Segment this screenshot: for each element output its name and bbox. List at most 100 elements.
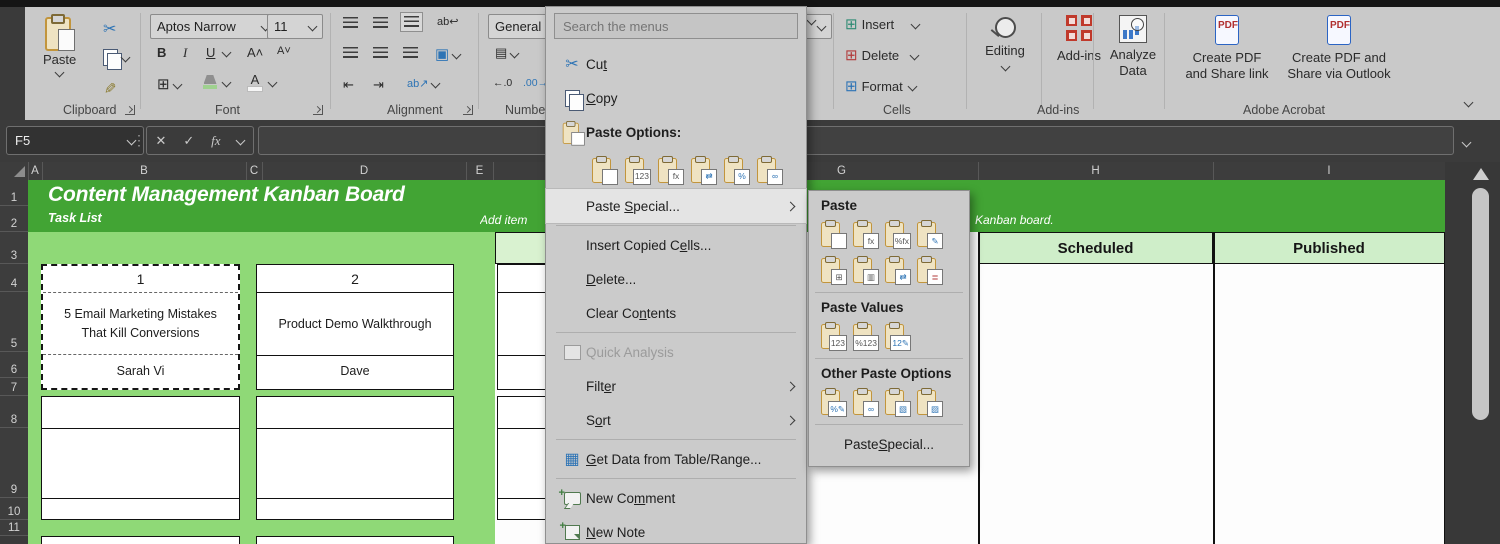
paste-button[interactable]: Paste (43, 14, 76, 76)
format-cells-button[interactable]: ⊞Format (845, 77, 916, 95)
styles-group-dropdown[interactable] (808, 17, 815, 24)
underline-dropdown[interactable] (223, 49, 230, 56)
font-color-button[interactable]: A (247, 73, 263, 92)
menu-item-sort[interactable]: Sort (546, 403, 806, 437)
menu-item-copy[interactable]: Copy (546, 81, 806, 115)
menu-item-insert-copied-cells[interactable]: Insert Copied Cells... (546, 228, 806, 262)
column-header-D[interactable]: D (262, 162, 467, 180)
row-header-8[interactable]: 8 (0, 396, 28, 428)
bold-button[interactable]: B (157, 45, 166, 60)
cancel-icon[interactable]: ✕ (155, 133, 166, 149)
kanban-card-partial[interactable] (41, 536, 240, 544)
font-dialog-launcher[interactable] (313, 105, 323, 115)
clipboard-dialog-launcher[interactable] (125, 105, 135, 115)
row-header-5[interactable]: 5 (0, 292, 28, 352)
merge-center-button[interactable]: ▣ (435, 45, 460, 63)
increase-indent-button[interactable]: ⇥ (373, 77, 384, 93)
paste-formulas-number-formatting-icon[interactable]: %fx (885, 220, 908, 247)
paste-linked-picture-icon[interactable]: ▨ (917, 388, 940, 415)
insert-cells-button[interactable]: ⊞Insert (845, 15, 919, 33)
search-input[interactable] (554, 13, 798, 39)
kanban-card-empty[interactable] (41, 396, 240, 520)
accounting-format-button[interactable]: ▤ (495, 45, 518, 61)
enter-icon[interactable]: ✓ (183, 133, 194, 149)
paste-link-icon[interactable]: ∞ (757, 156, 780, 183)
menu-item-paste-special[interactable]: Paste Special... (546, 189, 806, 223)
paste-formulas-icon[interactable]: fx (658, 156, 681, 183)
wrap-text-button[interactable]: ab↩ (437, 15, 458, 28)
formula-input[interactable] (258, 126, 1454, 155)
paste-values-icon[interactable]: 123 (625, 156, 648, 183)
kanban-card-empty[interactable] (256, 396, 454, 520)
menu-item-new-note[interactable]: +New Note (546, 515, 806, 544)
column-header-A[interactable]: A (28, 162, 43, 180)
italic-button[interactable]: I (183, 45, 187, 61)
decrease-font-button[interactable]: A˅ (277, 45, 291, 57)
copy-button[interactable] (103, 49, 129, 66)
create-pdf-outlook-button[interactable]: PDF✉ Create PDF andShare via Outlook (1283, 15, 1395, 83)
kanban-card-partial[interactable] (256, 536, 454, 544)
paste-values-source-formatting-icon[interactable]: 12✎ (885, 322, 908, 349)
underline-button[interactable]: U (206, 45, 215, 60)
paste-icon[interactable] (592, 156, 615, 183)
menu-item-get-data-from-table-range[interactable]: ▦Get Data from Table/Range... (546, 442, 806, 476)
paste-match-destination-formatting-icon[interactable]: ≣ (917, 256, 940, 283)
select-all-corner[interactable] (0, 162, 29, 180)
align-bottom-button[interactable] (401, 13, 422, 31)
editing-button[interactable]: Editing (977, 17, 1033, 70)
borders-button[interactable]: ⊞ (157, 75, 181, 93)
paste-no-borders-icon[interactable]: ⊞ (821, 256, 844, 283)
menu-item-delete[interactable]: Delete... (546, 262, 806, 296)
scheduled-header-cell[interactable]: Scheduled (978, 232, 1213, 264)
column-header-C[interactable]: C (246, 162, 263, 180)
orientation-button[interactable]: ab↗ (407, 77, 439, 90)
align-middle-button[interactable] (373, 17, 388, 29)
scroll-up-arrow[interactable] (1473, 168, 1489, 180)
paste-values-icon[interactable]: 123 (821, 322, 844, 349)
menu-item-quick-analysis[interactable]: Quick Analysis (546, 335, 806, 369)
menu-item-filter[interactable]: Filter (546, 369, 806, 403)
column-header-E[interactable]: E (466, 162, 494, 180)
row-header-1[interactable]: 1 (0, 180, 28, 206)
chevron-down-icon[interactable] (236, 136, 246, 146)
paste-picture-icon[interactable]: ▧ (885, 388, 908, 415)
fill-color-button[interactable] (203, 75, 217, 89)
menu-item-new-comment[interactable]: +New Comment (546, 481, 806, 515)
insert-function-icon[interactable]: fx (211, 133, 220, 149)
add-ins-button[interactable]: Add-ins (1051, 15, 1107, 63)
row-header-10[interactable]: 10 (0, 498, 28, 520)
row-header-9[interactable]: 9 (0, 428, 28, 498)
create-pdf-share-link-button[interactable]: PDF∞ Create PDFand Share link (1177, 15, 1277, 83)
column-header-I[interactable]: I (1213, 162, 1446, 180)
menu-item-clear-contents[interactable]: Clear Contents (546, 296, 806, 330)
fill-color-dropdown[interactable] (223, 79, 230, 86)
decrease-indent-button[interactable]: ⇤ (343, 77, 354, 93)
paste-formulas-icon[interactable]: fx (853, 220, 876, 247)
row-header-2[interactable]: 2 (0, 206, 28, 232)
paste-formatting-icon[interactable]: %✎ (821, 388, 844, 415)
row-header-6[interactable]: 6 (0, 352, 28, 378)
alignment-dialog-launcher[interactable] (463, 105, 473, 115)
kanban-card[interactable]: 2 Product Demo Walkthrough Dave (256, 264, 454, 390)
column-header-B[interactable]: B (42, 162, 247, 180)
cut-button[interactable]: ✂ (103, 19, 116, 39)
analyze-data-button[interactable]: AnalyzeData (1105, 15, 1161, 78)
font-name-combo[interactable]: Aptos Narrow (150, 14, 276, 39)
paste-keep-column-widths-icon[interactable]: ▥ (853, 256, 876, 283)
delete-cells-button[interactable]: ⊞Delete (845, 46, 918, 64)
paste-formatting-icon[interactable]: % (724, 156, 747, 183)
row-header-3[interactable]: 3 (0, 232, 28, 264)
align-left-button[interactable] (343, 47, 358, 59)
paste-keep-source-formatting-icon[interactable]: ✎ (917, 220, 940, 247)
align-top-button[interactable] (343, 17, 358, 29)
row-header-11[interactable]: 11 (0, 520, 28, 536)
collapse-ribbon-button[interactable] (1465, 99, 1472, 106)
row-header-7[interactable]: 7 (0, 378, 28, 396)
menu-item-paste-special[interactable]: Paste Special... (809, 429, 969, 459)
menu-item-paste-options[interactable]: Paste Options: (546, 115, 806, 149)
paste-link-icon[interactable]: ∞ (853, 388, 876, 415)
expand-formula-bar-button[interactable] (1463, 134, 1470, 152)
increase-font-button[interactable]: A˄ (247, 45, 263, 60)
font-color-dropdown[interactable] (269, 79, 276, 86)
menu-item-cut[interactable]: ✂Cut (546, 47, 806, 81)
